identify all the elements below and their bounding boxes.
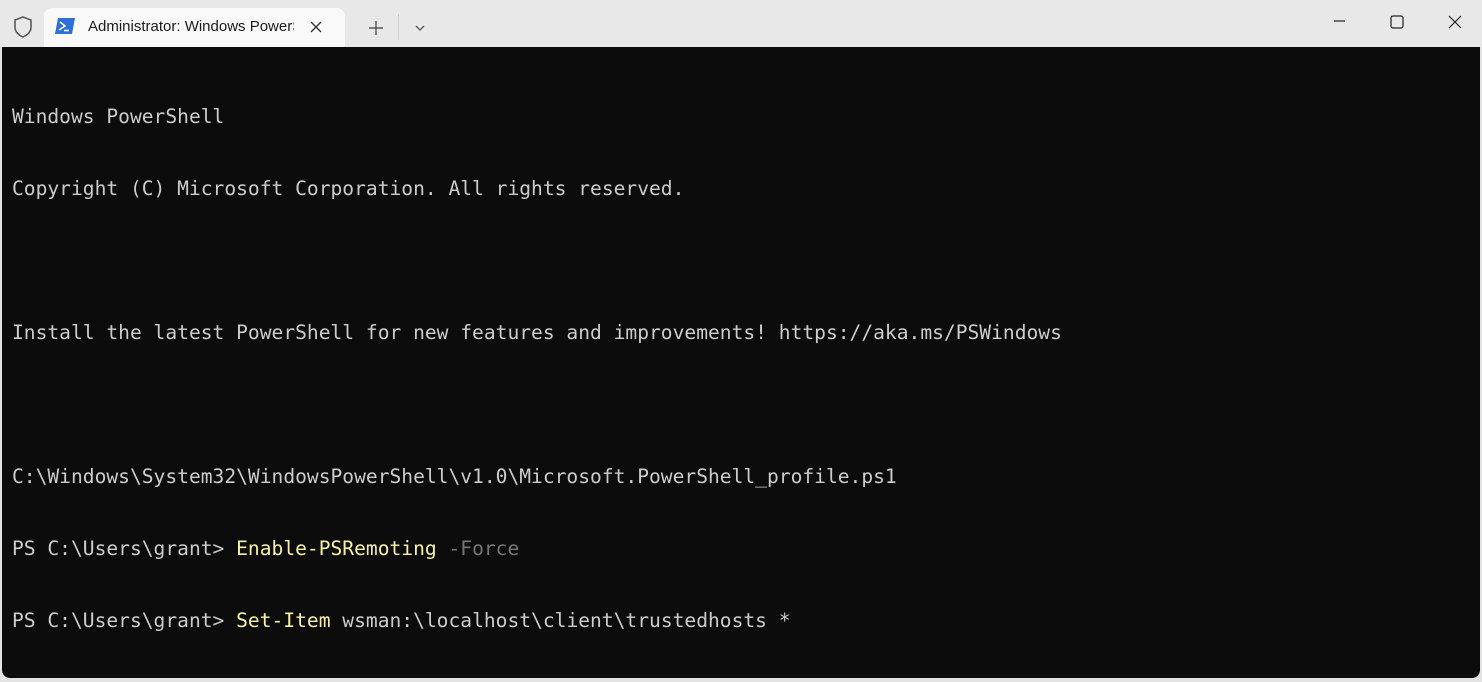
title-bar: Administrator: Windows PowerShell [0, 0, 1482, 47]
maximize-icon[interactable] [1368, 0, 1426, 44]
close-icon[interactable] [1426, 0, 1482, 44]
close-icon[interactable] [306, 17, 326, 37]
arguments: wsman:\localhost\client\trustedhosts * [330, 609, 791, 632]
tab-powershell[interactable]: Administrator: Windows PowerShell [44, 8, 345, 47]
shield-icon[interactable] [12, 15, 34, 39]
banner-install: Install the latest PowerShell for new fe… [12, 321, 1062, 344]
powershell-icon [55, 18, 75, 34]
command-line: PS C:\Users\grant> Set-Item wsman:\local… [12, 609, 1392, 633]
prompt: PS C:\Users\grant> [12, 609, 237, 632]
prompt: PS C:\Users\grant> [12, 537, 237, 560]
command: Set-Item [236, 609, 331, 632]
banner-title: Windows PowerShell [12, 105, 225, 128]
profile-path: C:\Windows\System32\WindowsPowerShell\v1… [12, 465, 897, 488]
tab-title: Administrator: Windows PowerShell [88, 18, 294, 35]
banner-copyright: Copyright (C) Microsoft Corporation. All… [12, 177, 685, 200]
plus-icon[interactable] [364, 16, 388, 40]
divider [398, 14, 399, 40]
terminal-output[interactable]: Windows PowerShell Copyright (C) Microso… [2, 47, 1480, 678]
chevron-down-icon[interactable] [410, 18, 430, 38]
command-line: PS C:\Users\grant> Enable-PSRemoting -Fo… [12, 537, 1392, 561]
parameter: -Force [436, 537, 520, 560]
minimize-icon[interactable] [1310, 0, 1368, 44]
command: Enable-PSRemoting [236, 537, 437, 560]
